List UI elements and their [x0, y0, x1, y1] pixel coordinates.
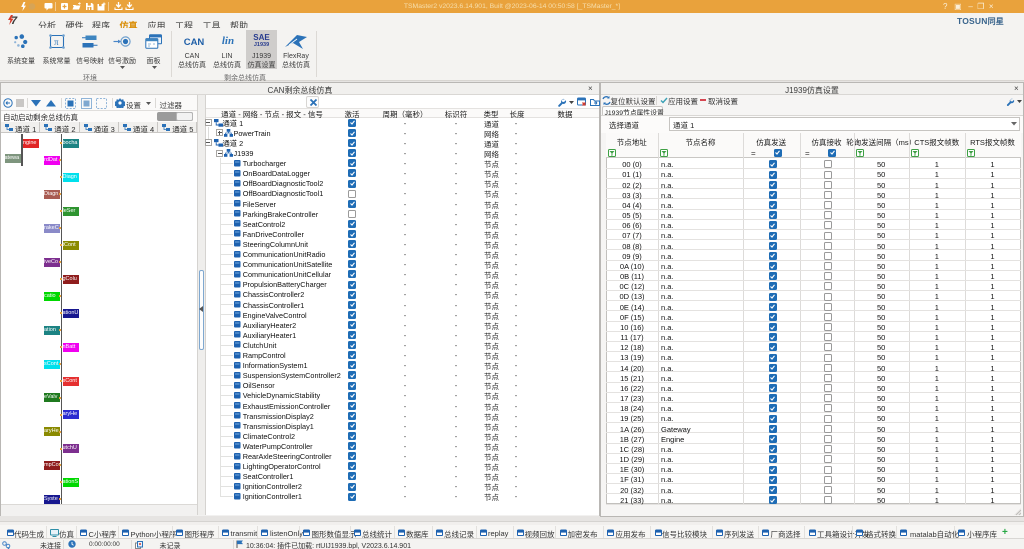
- svg-text:π: π: [54, 37, 59, 47]
